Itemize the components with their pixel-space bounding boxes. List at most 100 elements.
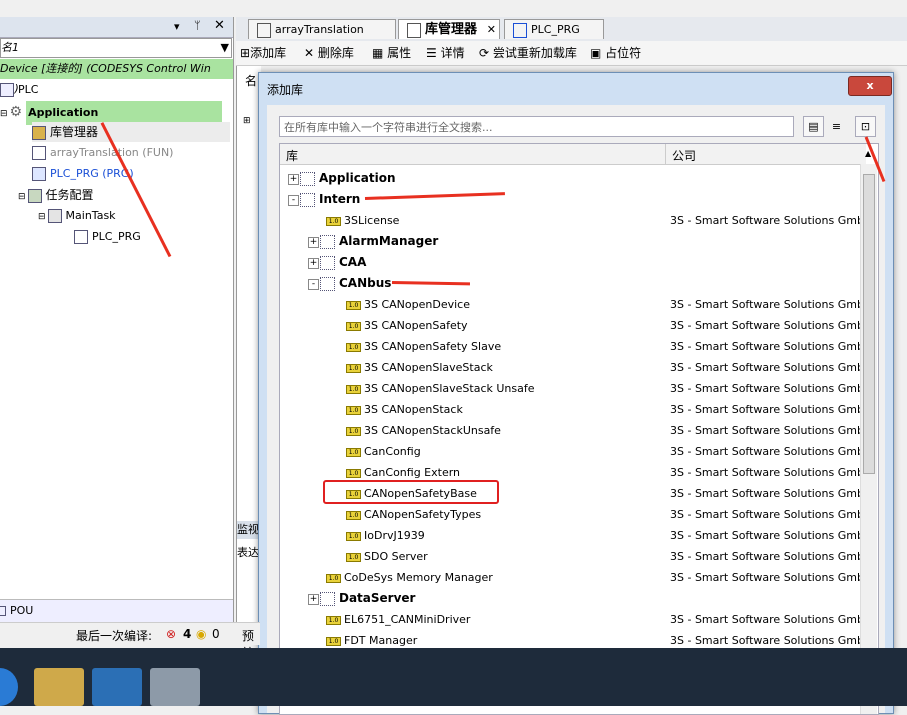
advanced-icon[interactable]: ⊡ bbox=[855, 116, 876, 137]
list-view-icon[interactable]: ≡ bbox=[826, 116, 847, 137]
expand-icon[interactable]: + bbox=[308, 594, 319, 605]
collapse-icon[interactable]: ⊟ bbox=[0, 109, 8, 119]
tree-item-maintask-plc-prg[interactable]: PLC_PRG bbox=[74, 227, 141, 247]
tree-item-task-config[interactable]: ⊟ 任务配置 bbox=[18, 185, 94, 205]
tab-arraytranslation[interactable]: arrayTranslation bbox=[248, 19, 396, 39]
library-group-row[interactable]: + Application bbox=[280, 168, 860, 189]
taskbar bbox=[0, 648, 907, 706]
library-group-row[interactable]: - CANbus bbox=[280, 273, 860, 294]
library-icon: 1.0 bbox=[346, 510, 361, 520]
warning-count[interactable]: 0 bbox=[212, 627, 220, 641]
media-player-icon[interactable] bbox=[92, 668, 142, 706]
library-company: 3S - Smart Software Solutions GmbH bbox=[670, 319, 873, 332]
library-row[interactable]: 1.0 3S CANopenDevice 3S - Smart Software S… bbox=[280, 294, 872, 315]
library-row[interactable]: 1.0 3S CANopenSafety 3S - Smart Software S… bbox=[280, 315, 872, 336]
dropdown-icon[interactable]: ▼ bbox=[221, 39, 229, 57]
library-row[interactable]: 1.0 3S CANopenStackUnsafe 3S - Smart Softw… bbox=[280, 420, 872, 441]
tree-item-maintask[interactable]: ⊟ MainTask bbox=[38, 206, 116, 226]
task-config-icon bbox=[27, 189, 42, 203]
library-company: 3S - Smart Software Solutions GmbH bbox=[670, 508, 873, 521]
chevron-down-icon[interactable]: ▾ bbox=[174, 20, 180, 33]
delete-library-button[interactable]: ✕ 删除库 bbox=[304, 44, 354, 62]
try-reload-button[interactable]: ⟳ 尝试重新加载库 bbox=[479, 44, 577, 62]
library-icon: 1.0 bbox=[346, 405, 361, 415]
task-icon bbox=[47, 209, 62, 223]
close-icon[interactable]: ✕ bbox=[214, 18, 225, 33]
collapse-icon[interactable]: - bbox=[288, 195, 299, 206]
library-group-row[interactable]: + AlarmManager bbox=[280, 231, 860, 252]
library-icon: 1.0 bbox=[346, 321, 361, 331]
codesys-icon[interactable] bbox=[150, 668, 200, 706]
library-group-row[interactable]: + DataServer bbox=[280, 588, 860, 609]
library-company: 3S - Smart Software Solutions GmbH bbox=[670, 340, 873, 353]
function-icon bbox=[32, 146, 46, 160]
library-row[interactable]: 1.0 3S CANopenSlaveStack Unsafe 3S - Smart… bbox=[280, 378, 872, 399]
library-row[interactable]: 1.0 3S CANopenStack 3S - Smart Software So… bbox=[280, 399, 872, 420]
tab-plc-prg[interactable]: PLC_PRG bbox=[504, 19, 604, 39]
library-row[interactable]: 1.0 CoDeSys Memory Manager 3S - Smart Soft… bbox=[280, 567, 872, 588]
library-icon: 1.0 bbox=[346, 426, 361, 436]
library-toolbar: ⊞添加库 ✕ 删除库 ▦ 属性 ☰ 详情 ⟳ 尝试重新加载库 ▣ 占位符 bbox=[236, 41, 907, 66]
library-name-cell: CAA bbox=[320, 252, 366, 273]
expand-icon[interactable]: ⊞ bbox=[243, 116, 251, 126]
library-category-icon bbox=[320, 277, 335, 291]
device-node[interactable]: Device [连接的] (CODESYS Control Win V3) bbox=[0, 59, 233, 95]
library-name: Application bbox=[319, 171, 396, 185]
search-input[interactable]: 在所有库中输入一个字符串进行全文搜索... bbox=[279, 116, 794, 137]
gear-icon: ⚙ bbox=[9, 104, 23, 120]
add-library-button[interactable]: ⊞添加库 bbox=[240, 44, 286, 62]
library-row[interactable]: 1.0 CANopenSafetyTypes 3S - Smart Software… bbox=[280, 504, 872, 525]
library-name-cell: CANbus bbox=[320, 273, 391, 294]
library-name: IoDrvJ1939 bbox=[364, 529, 425, 542]
expand-icon[interactable]: + bbox=[308, 258, 319, 269]
library-row[interactable]: 1.0 3S CANopenSafety Slave 3S - Smart Soft… bbox=[280, 336, 872, 357]
library-row[interactable]: 1.0 CanConfig 3S - Smart Software Solution… bbox=[280, 441, 872, 462]
library-row[interactable]: 1.0 3SLicense 3S - Smart Software Solution… bbox=[280, 210, 872, 231]
explorer-icon[interactable] bbox=[34, 668, 84, 706]
library-row[interactable]: 1.0 EL6751_CANMiniDriver 3S - Smart Softwa… bbox=[280, 609, 872, 630]
tab-library-manager[interactable]: 库管理器 ✕ bbox=[398, 19, 500, 39]
close-tab-icon[interactable]: ✕ bbox=[487, 20, 496, 40]
library-category-icon bbox=[320, 592, 335, 606]
library-icon: 1.0 bbox=[346, 342, 361, 352]
column-name-peek: 名 bbox=[245, 74, 258, 88]
tree-item-plc-prg[interactable]: PLC_PRG (PRG) bbox=[32, 164, 134, 184]
library-name-cell: 1.0 CANopenSafetyTypes bbox=[346, 504, 481, 525]
library-row[interactable]: 1.0 SDO Server 3S - Smart Software Solutio… bbox=[280, 546, 872, 567]
library-name-cell: 1.0 EL6751_CANMiniDriver bbox=[326, 609, 470, 630]
pou-tab-label: POU bbox=[10, 604, 34, 617]
tree-item-library-manager[interactable]: 库管理器 bbox=[32, 122, 230, 142]
library-row[interactable]: 1.0 IoDrvJ1939 3S - Smart Software Solutio… bbox=[280, 525, 872, 546]
library-row[interactable]: 1.0 3S CANopenSlaveStack 3S - Smart Softwa… bbox=[280, 357, 872, 378]
placeholder-button[interactable]: ▣ 占位符 bbox=[590, 44, 641, 62]
properties-button[interactable]: ▦ 属性 bbox=[372, 44, 411, 62]
try-reload-label: 尝试重新加载库 bbox=[492, 46, 577, 60]
tree-view-icon[interactable]: ▤ bbox=[803, 116, 824, 137]
start-orb-icon[interactable] bbox=[0, 668, 18, 706]
expand-icon[interactable]: + bbox=[308, 237, 319, 248]
error-count[interactable]: 4 bbox=[183, 627, 191, 641]
collapse-icon[interactable]: - bbox=[308, 279, 319, 290]
tree-item-plc[interactable]: PLC bbox=[0, 80, 38, 100]
collapse-icon[interactable]: ⊟ bbox=[18, 192, 26, 202]
add-library-dialog: 添加库 x 在所有库中输入一个字符串进行全文搜索... ▤ ≡ ⊡ 库 公司 +… bbox=[258, 72, 894, 715]
library-name: CoDeSys Memory Manager bbox=[344, 571, 493, 584]
dialog-close-button[interactable]: x bbox=[848, 76, 892, 96]
tree-item-application[interactable]: ⊟ ⚙ Application bbox=[0, 101, 223, 125]
library-category-icon bbox=[300, 172, 315, 186]
details-button[interactable]: ☰ 详情 bbox=[426, 44, 465, 62]
library-name: CanConfig bbox=[364, 445, 421, 458]
tree-item-arraytranslation[interactable]: arrayTranslation (FUN) bbox=[32, 143, 173, 163]
expand-icon[interactable]: + bbox=[288, 174, 299, 185]
pin-icon[interactable]: ᛘ bbox=[194, 19, 201, 32]
library-name: 3S CANopenSlaveStack bbox=[364, 361, 493, 374]
library-company: 3S - Smart Software Solutions GmbH bbox=[670, 529, 873, 542]
collapse-icon[interactable]: ⊟ bbox=[38, 212, 46, 222]
library-name: 3S CANopenStackUnsafe bbox=[364, 424, 501, 437]
column-library[interactable]: 库 bbox=[286, 147, 298, 164]
column-company[interactable]: 公司 bbox=[672, 147, 696, 164]
scrollbar-thumb[interactable] bbox=[863, 174, 875, 474]
library-group-row[interactable]: + CAA bbox=[280, 252, 860, 273]
pou-tab[interactable]: POU bbox=[0, 599, 233, 622]
project-combo[interactable]: 名1 ▼ bbox=[0, 38, 232, 58]
